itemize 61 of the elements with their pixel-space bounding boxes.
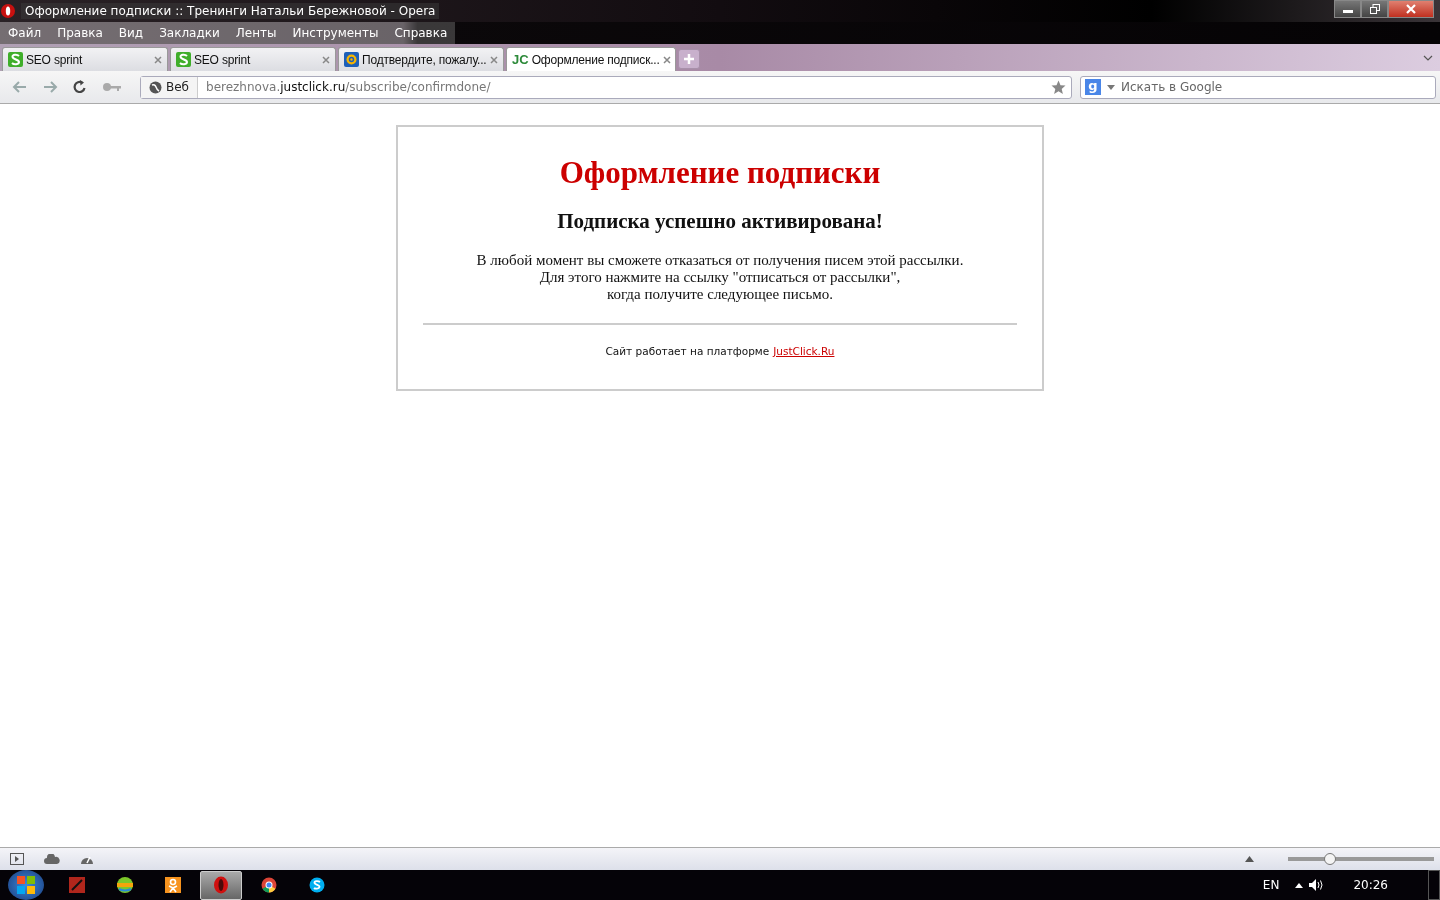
restore-icon (1369, 4, 1380, 14)
menu-item[interactable]: Справка (386, 22, 456, 44)
info-text: В любой момент вы сможете отказаться от получения писем этой рассылки. (476, 252, 964, 269)
opera-logo-icon (1, 4, 15, 18)
zoom-slider-thumb[interactable] (1324, 853, 1337, 865)
close-icon (1406, 4, 1416, 14)
reload-icon[interactable] (72, 79, 88, 95)
speaker-icon[interactable] (1309, 879, 1326, 891)
star-icon[interactable] (1051, 79, 1066, 95)
browser-tab[interactable]: SEO sprint (170, 47, 336, 71)
s-logo-icon (8, 52, 23, 67)
language-indicator[interactable]: EN (1262, 878, 1280, 892)
clock[interactable]: 20:26 (1353, 878, 1388, 892)
url-text: berezhnova.justclick.ru/subscribe/confirmdone/ (205, 80, 492, 94)
s-logo-icon (176, 52, 191, 67)
footer-text: Сайт работает на платформе (605, 345, 770, 357)
info-text: когда получите следующее письмо. (606, 286, 834, 303)
browser-tab[interactable]: JC Оформление подписк... (506, 47, 676, 71)
plus-icon (683, 53, 695, 65)
show-desktop-button[interactable] (1428, 870, 1440, 900)
panel-toggle-icon[interactable] (10, 853, 24, 865)
cloud-icon[interactable] (44, 854, 60, 864)
menu-item[interactable]: Инструменты (284, 22, 387, 44)
success-heading: Подписка успешно активирована! (557, 209, 883, 234)
striped-ball-icon (116, 876, 134, 894)
menu-item[interactable]: Ленты (227, 22, 285, 44)
close-tab-icon[interactable] (154, 55, 162, 64)
s-bubble-icon (309, 877, 325, 893)
figure-square-icon (165, 877, 181, 893)
slash-square-icon (69, 877, 85, 893)
page-heading: Оформление подписки (559, 155, 881, 191)
windows-logo-icon (17, 876, 35, 894)
start-button[interactable] (8, 870, 44, 900)
jc-logo: JC (512, 52, 529, 67)
menu-item[interactable]: Файл (0, 22, 50, 44)
close-tab-icon[interactable] (322, 55, 330, 64)
new-tab-button[interactable] (678, 49, 700, 69)
web-badge[interactable]: Веб (141, 76, 198, 98)
up-arrow-icon[interactable] (1295, 882, 1304, 888)
globe-icon (149, 80, 162, 94)
opera-icon (213, 876, 229, 894)
menu-item[interactable]: Закладки (151, 22, 228, 44)
chrome-icon (261, 877, 277, 893)
search-engine-logo[interactable]: g (1085, 79, 1101, 95)
platform-link[interactable]: JustClick.Ru (773, 345, 835, 357)
taskbar-app[interactable] (200, 870, 242, 900)
menu-item[interactable]: Вид (110, 22, 152, 44)
restore-button[interactable] (1361, 0, 1388, 18)
browser-tab[interactable]: SEO sprint (2, 47, 168, 71)
search-field[interactable]: g Искать в Google (1080, 75, 1436, 99)
browser-tab[interactable]: Подтвердите, пожалу... (338, 47, 504, 71)
minimize-button[interactable] (1334, 0, 1361, 18)
up-arrow-icon[interactable] (1245, 856, 1254, 862)
caret-icon[interactable] (1107, 84, 1115, 90)
info-text: Для этого нажмите на ссылку "отписаться от рассылки", (539, 269, 901, 286)
close-tab-icon[interactable] (662, 55, 671, 64)
close-button[interactable] (1388, 0, 1434, 18)
window-title: Оформление подписки :: Тренинги Натальи Бережновой - Opera (21, 3, 440, 19)
menu-item[interactable]: Правка (49, 22, 111, 44)
close-tab-icon[interactable] (490, 55, 498, 64)
address-field[interactable]: Веб berezhnova.justclick.ru/subscribe/confirmdone/ (140, 75, 1072, 99)
